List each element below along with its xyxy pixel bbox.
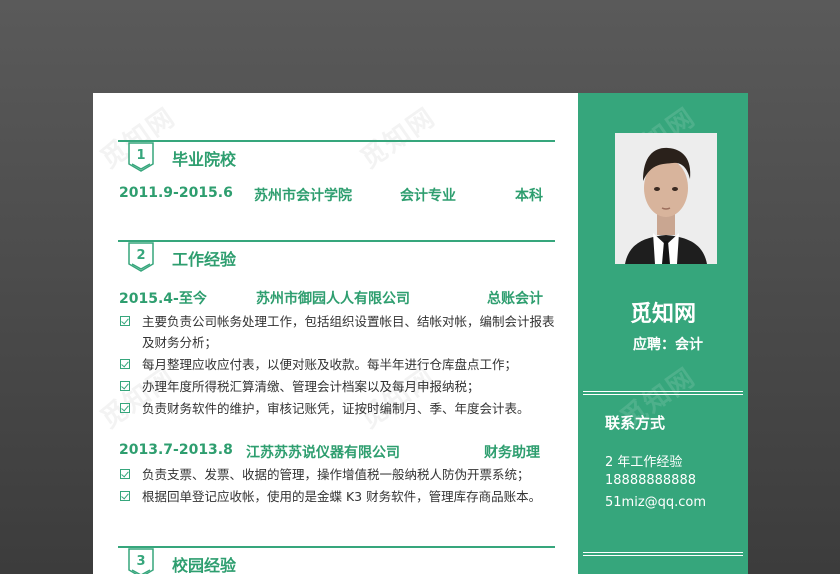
education-school: 苏州市会计学院 (254, 188, 352, 204)
education-date: 2011.9-2015.6 (119, 185, 233, 201)
section-divider (118, 140, 555, 142)
job-date: 2013.7-2013.8 (119, 442, 233, 458)
sidebar-divider (583, 552, 743, 556)
education-row: 2011.9-2015.6 苏州市会计学院 会计专业 本科 (119, 185, 559, 205)
checkbox-icon (120, 403, 130, 413)
profile-photo (615, 133, 717, 264)
contact-phone: 18888888888 (605, 473, 696, 488)
section-education-header: 1 毕业院校 (118, 140, 555, 178)
job-date: 2015.4-至今 (119, 291, 207, 307)
contact-experience: 2 年工作经验 (605, 455, 683, 470)
section-divider (118, 546, 555, 548)
section-title: 校园经验 (172, 556, 237, 574)
section-campus-header: 3 校园经验 (118, 546, 555, 574)
job-company: 江苏苏苏说仪器有限公司 (246, 445, 400, 461)
education-major: 会计专业 (400, 188, 456, 204)
checkbox-icon (120, 381, 130, 391)
section-title: 工作经验 (172, 250, 237, 269)
profile-job: 应聘：会计 (633, 337, 703, 353)
job-company: 苏州市御园人人有限公司 (256, 291, 410, 307)
education-degree: 本科 (515, 188, 543, 204)
list-item: 负责财务软件的维护，审核记账凭，证按时编制月、季、年度会计表。 (120, 398, 560, 419)
shield-badge-icon: 2 (128, 242, 154, 272)
shield-badge-icon: 3 (128, 548, 154, 574)
checkbox-icon (120, 469, 130, 479)
list-item: 负责支票、发票、收据的管理，操作增值税一般纳税人防伪开票系统； (120, 464, 560, 485)
profile-name: 觅知网 (629, 302, 696, 327)
svg-text:2: 2 (136, 248, 145, 263)
list-item: 办理年度所得税汇算清缴、管理会计档案以及每月申报纳税； (120, 376, 560, 397)
section-title: 毕业院校 (172, 150, 237, 169)
list-item: 每月整理应收应付表，以便对账及收款。每半年进行仓库盘点工作； (120, 354, 560, 375)
svg-text:1: 1 (136, 148, 145, 163)
contact-title: 联系方式 (605, 414, 666, 432)
svg-text:3: 3 (136, 554, 145, 569)
list-item: 主要负责公司帐务处理工作，包括组织设置帐目、结帐对帐，编制会计报表及财务分析； (120, 311, 560, 353)
section-divider (118, 240, 555, 242)
contact-email: 51miz@qq.com (605, 495, 707, 510)
avatar (615, 133, 717, 264)
shield-badge-icon: 1 (128, 142, 154, 172)
checkbox-icon (120, 316, 130, 326)
job-row: 2013.7-2013.8 江苏苏苏说仪器有限公司 财务助理 (119, 442, 559, 462)
job-row: 2015.4-至今 苏州市御园人人有限公司 总账会计 (119, 288, 559, 308)
job-position: 总账会计 (487, 291, 543, 307)
checkbox-icon (120, 491, 130, 501)
section-work-header: 2 工作经验 (118, 240, 555, 278)
list-item: 根据回单登记应收帐，使用的是金蝶 K3 财务软件，管理库存商品账本。 (120, 486, 560, 507)
sidebar-divider (583, 391, 743, 395)
checkbox-icon (120, 359, 130, 369)
job-position: 财务助理 (484, 445, 540, 461)
